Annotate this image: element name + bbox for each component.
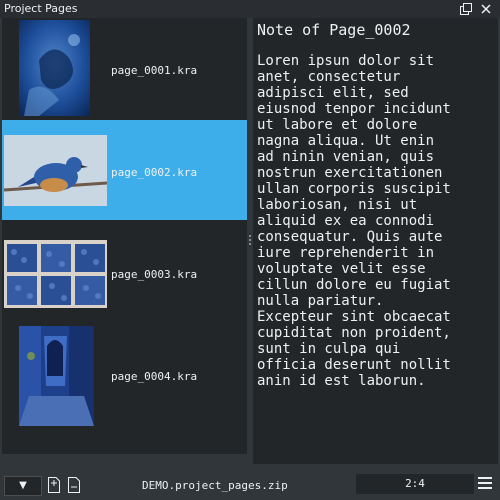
page-filename: page_0004.kra <box>111 370 198 383</box>
page-filename: page_0002.kra <box>111 166 198 179</box>
float-icon[interactable] <box>459 2 473 16</box>
page-thumbnail <box>19 326 94 426</box>
remove-page-icon[interactable] <box>67 476 81 494</box>
hamburger-menu-icon[interactable] <box>478 477 492 491</box>
note-panel: Note of Page_0002 Loren ipsun dolor sit … <box>253 18 498 464</box>
status-bar: ▼ DEMO.project_pages.zip 2:4 <box>0 468 500 500</box>
page-filename: page_0001.kra <box>111 64 198 77</box>
add-page-icon[interactable] <box>47 476 61 494</box>
panel-titlebar: Project Pages <box>0 0 500 18</box>
page-item[interactable]: page_0002.kra <box>2 120 247 220</box>
page-item[interactable]: page_0001.kra <box>2 18 247 118</box>
page-filename: page_0003.kra <box>111 268 198 281</box>
pages-list: page_0001.kra page_0002.kra page_0003.kr… <box>2 18 247 454</box>
page-thumbnail <box>19 20 90 116</box>
view-dropdown[interactable]: ▼ <box>4 476 42 496</box>
note-title: Note of Page_0002 <box>257 21 411 39</box>
chevron-down-icon: ▼ <box>19 480 27 491</box>
close-icon[interactable] <box>479 2 493 16</box>
document-name: DEMO.project_pages.zip <box>142 479 288 492</box>
panel-title: Project Pages <box>4 2 78 15</box>
page-item[interactable]: page_0004.kra <box>2 324 247 426</box>
page-thumbnail <box>4 240 107 308</box>
note-body[interactable]: Loren ipsun dolor sit anet, consectetur … <box>257 53 497 389</box>
page-item[interactable]: page_0003.kra <box>2 222 247 322</box>
splitter-handle[interactable] <box>249 234 252 248</box>
page-thumbnail <box>4 135 107 206</box>
page-counter: 2:4 <box>356 474 474 494</box>
